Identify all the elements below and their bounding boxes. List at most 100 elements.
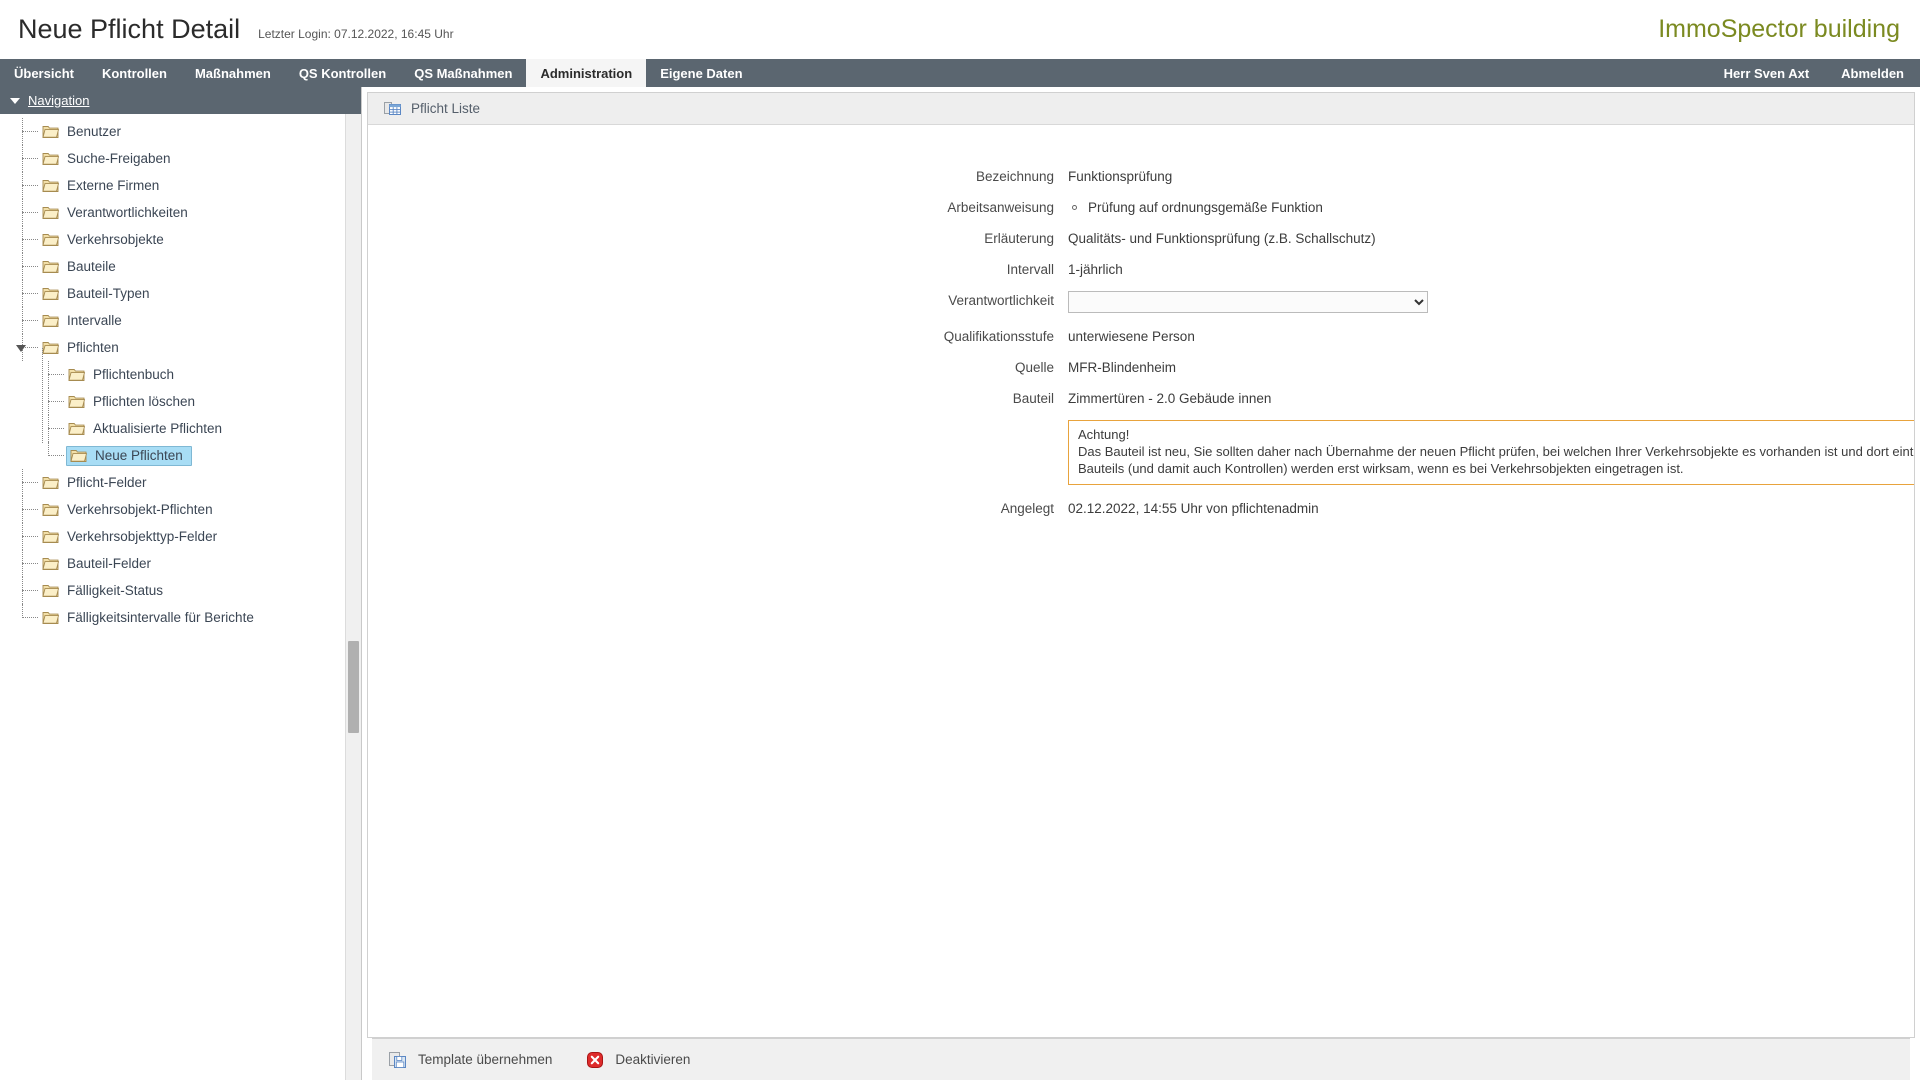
tree-connector bbox=[20, 145, 42, 172]
save-disk-icon bbox=[389, 1051, 407, 1069]
chevron-down-icon[interactable] bbox=[16, 345, 26, 352]
value-intervall: 1-jährlich bbox=[1068, 260, 1914, 280]
label-arbeitsanweisung: Arbeitsanweisung bbox=[368, 198, 1068, 218]
value-quelle: MFR-Blindenheim bbox=[1068, 358, 1914, 378]
sidebar-item-pflichten[interactable]: Pflichten bbox=[0, 334, 361, 361]
sidebar-item-suche-freigaben[interactable]: Suche-Freigaben bbox=[0, 145, 361, 172]
detail-form: Bezeichnung Funktionsprüfung Arbeitsanwe… bbox=[368, 125, 1914, 1037]
folder-icon bbox=[68, 394, 86, 409]
sidebar-item-aktualisierte-pflichten[interactable]: Aktualisierte Pflichten bbox=[0, 415, 361, 442]
sidebar-item-bauteil-typen[interactable]: Bauteil-Typen bbox=[0, 280, 361, 307]
breadcrumb-label: Pflicht Liste bbox=[411, 101, 480, 116]
sidebar-item-verkehrsobjekttyp-felder[interactable]: Verkehrsobjekttyp-Felder bbox=[0, 523, 361, 550]
sidebar-item-label: Bauteile bbox=[67, 259, 116, 275]
sidebar-item-verantwortlichkeiten[interactable]: Verantwortlichkeiten bbox=[0, 199, 361, 226]
tree-item-content: Suche-Freigaben bbox=[42, 151, 171, 167]
label-verantwortlichkeit: Verantwortlichkeit bbox=[368, 291, 1068, 311]
tab-massnahmen[interactable]: Maßnahmen bbox=[181, 59, 285, 87]
value-qualifikationsstufe: unterwiesene Person bbox=[1068, 327, 1914, 347]
template-uebernehmen-button[interactable]: Template übernehmen bbox=[389, 1051, 552, 1069]
tab-qs-massnahmen[interactable]: QS Maßnahmen bbox=[400, 59, 526, 87]
sidebar-item-bauteile[interactable]: Bauteile bbox=[0, 253, 361, 280]
tab-qs-kontrollen[interactable]: QS Kontrollen bbox=[285, 59, 400, 87]
sidebar-item-label: Pflicht-Felder bbox=[67, 475, 147, 491]
sidebar-item-bauteil-felder[interactable]: Bauteil-Felder bbox=[0, 550, 361, 577]
sidebar-item-pflichtenbuch[interactable]: Pflichtenbuch bbox=[0, 361, 361, 388]
tab-uebersicht[interactable]: Übersicht bbox=[0, 59, 88, 87]
sidebar-item-label: Verkehrsobjekttyp-Felder bbox=[67, 529, 217, 545]
folder-icon bbox=[42, 286, 60, 301]
brand-logo: ImmoSpector building bbox=[1658, 15, 1900, 44]
sidebar-item-label: Fälligkeit-Status bbox=[67, 583, 163, 599]
deaktivieren-button[interactable]: Deaktivieren bbox=[586, 1051, 690, 1069]
content-frame: Pflicht Liste Bezeichnung Funktionsprüfu… bbox=[367, 92, 1915, 1038]
value-bauteil: Zimmertüren - 2.0 Gebäude innen bbox=[1068, 389, 1914, 409]
value-angelegt: 02.12.2022, 14:55 Uhr von pflichtenadmin bbox=[1068, 499, 1914, 519]
sidebar-item-benutzer[interactable]: Benutzer bbox=[0, 118, 361, 145]
tree-connector bbox=[20, 496, 42, 523]
value-arbeitsanweisung: Prüfung auf ordnungsgemäße Funktion bbox=[1068, 198, 1914, 218]
folder-icon bbox=[42, 583, 60, 598]
tab-kontrollen[interactable]: Kontrollen bbox=[88, 59, 181, 87]
sidebar-item-label: Pflichten löschen bbox=[93, 394, 195, 410]
sidebar-item-intervalle[interactable]: Intervalle bbox=[0, 307, 361, 334]
tree-connector bbox=[46, 442, 68, 469]
bullet-icon bbox=[1072, 205, 1077, 210]
tree-connector bbox=[46, 388, 68, 415]
tree-connector bbox=[20, 550, 42, 577]
tree-connector bbox=[20, 307, 42, 334]
tab-eigene-daten[interactable]: Eigene Daten bbox=[646, 59, 756, 87]
sidebar-item-verkehrsobjekte[interactable]: Verkehrsobjekte bbox=[0, 226, 361, 253]
body-container: Navigation Benutzer Suche-Freigaben Extern… bbox=[0, 87, 1920, 1080]
sidebar-scrollbar-thumb[interactable] bbox=[348, 641, 359, 733]
field-row-intervall: Intervall 1-jährlich bbox=[368, 260, 1914, 280]
sidebar-item-pflicht-felder[interactable]: Pflicht-Felder bbox=[0, 469, 361, 496]
sidebar-item-verkehrsobjekt-pflichten[interactable]: Verkehrsobjekt-Pflichten bbox=[0, 496, 361, 523]
sidebar-scrollbar[interactable] bbox=[345, 114, 361, 1080]
folder-icon bbox=[70, 448, 88, 463]
application-window: Neue Pflicht Detail Letzter Login: 07.12… bbox=[0, 0, 1920, 1080]
field-row-verantwortlichkeit: Verantwortlichkeit bbox=[368, 291, 1914, 313]
tree-connector bbox=[20, 280, 42, 307]
sidebar-header-label: Navigation bbox=[28, 93, 89, 108]
sidebar-item-pflichten-loeschen[interactable]: Pflichten löschen bbox=[0, 388, 361, 415]
warning-title: Achtung! bbox=[1078, 426, 1914, 443]
tree-connector bbox=[20, 577, 42, 604]
verantwortlichkeit-select[interactable] bbox=[1068, 291, 1428, 313]
folder-icon bbox=[42, 502, 60, 517]
sidebar-item-faelligkeitsintervalle-fuer-berichte[interactable]: Fälligkeitsintervalle für Berichte bbox=[0, 604, 361, 631]
folder-icon bbox=[42, 232, 60, 247]
sidebar-item-label: Pflichten bbox=[67, 340, 119, 356]
logout-link[interactable]: Abmelden bbox=[1825, 59, 1920, 87]
template-uebernehmen-label: Template übernehmen bbox=[418, 1052, 552, 1067]
main-panel: Pflicht Liste Bezeichnung Funktionsprüfu… bbox=[362, 87, 1920, 1080]
value-erlaeuterung: Qualitäts- und Funktionsprüfung (z.B. Sc… bbox=[1068, 229, 1914, 249]
sidebar-item-label: Benutzer bbox=[67, 124, 121, 140]
folder-icon bbox=[42, 556, 60, 571]
value-verantwortlichkeit bbox=[1068, 291, 1914, 313]
tree-item-content: Verantwortlichkeiten bbox=[42, 205, 188, 221]
folder-icon bbox=[42, 205, 60, 220]
sidebar-item-neue-pflichten[interactable]: Neue Pflichten bbox=[0, 442, 361, 469]
sidebar-header[interactable]: Navigation bbox=[0, 87, 361, 114]
folder-icon bbox=[42, 151, 60, 166]
breadcrumb-pflicht-liste[interactable]: Pflicht Liste bbox=[384, 101, 480, 117]
sidebar-item-label: Verantwortlichkeiten bbox=[67, 205, 188, 221]
tab-administration[interactable]: Administration bbox=[526, 59, 646, 87]
sidebar-item-label: Aktualisierte Pflichten bbox=[93, 421, 222, 437]
label-bauteil: Bauteil bbox=[368, 389, 1068, 409]
page-title: Neue Pflicht Detail bbox=[18, 14, 240, 45]
last-login-text: Letzter Login: 07.12.2022, 16:45 Uhr bbox=[258, 18, 453, 41]
label-erlaeuterung: Erläuterung bbox=[368, 229, 1068, 249]
sidebar-item-externe-firmen[interactable]: Externe Firmen bbox=[0, 172, 361, 199]
label-quelle: Quelle bbox=[368, 358, 1068, 378]
label-bezeichnung: Bezeichnung bbox=[368, 167, 1068, 187]
field-row-bauteil: Bauteil Zimmertüren - 2.0 Gebäude innen bbox=[368, 389, 1914, 409]
sidebar-item-label: Suche-Freigaben bbox=[67, 151, 171, 167]
tree-item-content: Intervalle bbox=[42, 313, 122, 329]
tree-connector bbox=[20, 226, 42, 253]
sidebar-item-faelligkeit-status[interactable]: Fälligkeit-Status bbox=[0, 577, 361, 604]
field-row-qualifikationsstufe: Qualifikationsstufe unterwiesene Person bbox=[368, 327, 1914, 347]
folder-icon bbox=[42, 313, 60, 328]
tree-item-content: Neue Pflichten bbox=[66, 446, 192, 466]
